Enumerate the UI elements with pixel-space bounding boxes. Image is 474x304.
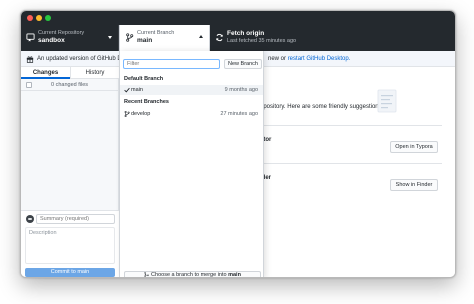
merge-icon [144, 272, 149, 277]
branch-name: main [131, 87, 143, 93]
select-all-checkbox[interactable] [26, 82, 32, 88]
current-repository-caption: Current Repository [38, 30, 85, 36]
sidebar: Changes History 0 changed files Descript… [21, 67, 119, 277]
toolbar: Current Repository sandbox Fetch origin … [21, 25, 455, 51]
changed-files-header: 0 changed files [21, 79, 119, 91]
commit-panel: Description Commit to main [21, 210, 119, 277]
restart-link[interactable]: restart GitHub Desktop. [288, 56, 351, 62]
commit-button[interactable]: Commit to main [25, 268, 115, 277]
no-changes-description: repository. Here are some friendly sugge… [258, 104, 382, 110]
recent-branches-header: Recent Branches [124, 99, 169, 105]
open-in-editor-card: ditor Open in Typora [246, 125, 442, 161]
current-repository-name: sandbox [38, 37, 65, 44]
current-branch-name: main [137, 37, 153, 44]
tab-changes[interactable]: Changes [21, 67, 70, 79]
merge-label: Choose a branch to merge into [151, 272, 229, 278]
sidebar-tabs: Changes History [21, 67, 119, 79]
last-fetched-text: Last fetched 35 minutes ago [227, 38, 297, 44]
merge-into-button[interactable]: Choose a branch to merge into main [124, 271, 261, 278]
commit-description-input[interactable]: Description [25, 227, 115, 264]
branch-icon [124, 111, 130, 117]
close-window-button[interactable] [27, 15, 33, 21]
update-banner-tail: new or restart GitHub Desktop. [268, 56, 350, 62]
branch-filter-input[interactable] [123, 59, 220, 69]
branch-item-develop[interactable]: develop 27 minutes ago [120, 109, 263, 119]
sync-icon [216, 33, 223, 42]
zoom-window-button[interactable] [45, 15, 51, 21]
current-branch-button[interactable]: Current Branch main [119, 25, 210, 51]
default-branch-header: Default Branch [124, 76, 164, 82]
changed-files-count: 0 changed files [51, 82, 88, 88]
title-bar [21, 11, 455, 25]
no-changes-illustration-icon [377, 89, 397, 113]
minimize-window-button[interactable] [36, 15, 42, 21]
chevron-up-icon [199, 35, 203, 38]
fetch-origin-button[interactable]: Fetch origin Last fetched 35 minutes ago [210, 25, 330, 51]
gift-icon [26, 56, 34, 63]
app-window: Current Repository sandbox Fetch origin … [20, 10, 456, 278]
chevron-down-icon [108, 36, 112, 39]
show-in-finder-button[interactable]: Show in Finder [390, 179, 438, 191]
commit-summary-input[interactable] [36, 214, 115, 224]
open-in-typora-button[interactable]: Open in Typora [390, 141, 438, 153]
current-repository-button[interactable]: Current Repository sandbox [21, 25, 119, 51]
branch-dropdown: New Branch Default Branch main 9 months … [119, 51, 264, 278]
branch-name: develop [131, 111, 151, 117]
repository-icon [26, 33, 35, 42]
show-in-finder-card: nder Show in Finder [246, 163, 442, 199]
branch-time: 27 minutes ago [220, 111, 258, 117]
current-branch-caption: Current Branch [137, 30, 175, 36]
update-banner-tail-text: new or [268, 55, 288, 62]
check-icon [124, 87, 130, 93]
merge-target: main [228, 272, 241, 278]
branch-icon [126, 33, 134, 42]
branch-item-main[interactable]: main 9 months ago [120, 85, 263, 95]
new-branch-button[interactable]: New Branch [224, 59, 262, 69]
avatar [26, 215, 34, 223]
branch-time: 9 months ago [224, 87, 258, 93]
tab-history[interactable]: History [70, 67, 119, 79]
fetch-origin-label: Fetch origin [227, 30, 265, 37]
